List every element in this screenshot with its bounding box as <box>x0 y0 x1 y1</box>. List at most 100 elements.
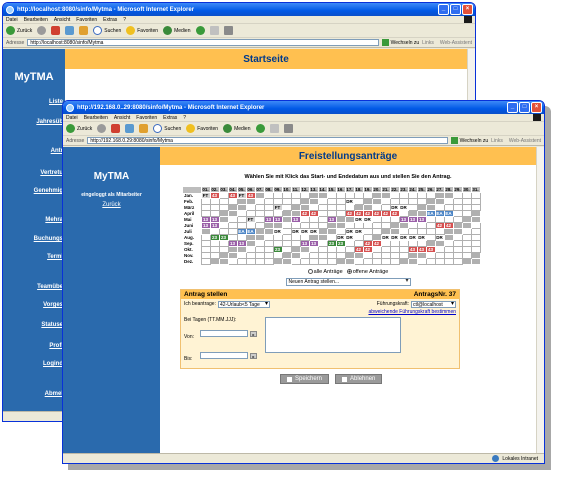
web-assistant-button[interactable]: Web-Assistent <box>509 138 541 144</box>
back-title-bar[interactable]: http://localhost:8080/sinfo/Mytma - Micr… <box>3 3 475 16</box>
nav-item-logindaten[interactable]: Logind <box>43 361 63 367</box>
calendar-day-cell[interactable] <box>290 258 301 265</box>
refresh-button[interactable] <box>65 26 75 35</box>
request-type-select[interactable]: 42-Urlaub<5 Tage <box>217 300 270 308</box>
calendar-day-cell[interactable] <box>281 258 292 265</box>
manager-select[interactable]: ctl@localhost <box>411 300 456 308</box>
nav-item-profil[interactable]: Profi <box>49 343 63 349</box>
calendar-day-cell[interactable]: DR <box>335 234 346 241</box>
front-scrollbar[interactable] <box>536 147 544 453</box>
calendar-day-cell[interactable]: DR <box>299 228 310 235</box>
calendar-day-cell[interactable]: DR <box>380 234 391 241</box>
calendar-day-cell[interactable] <box>443 258 454 265</box>
calendar-day-cell[interactable] <box>200 258 211 265</box>
menu-extras[interactable]: Extras <box>103 17 117 23</box>
calendar-day-cell[interactable]: DR <box>389 234 400 241</box>
home-button[interactable] <box>79 26 89 35</box>
calendar-day-cell[interactable] <box>371 258 382 265</box>
favorites-button[interactable]: Favoriten <box>126 26 158 35</box>
calendar-day-cell[interactable] <box>461 258 472 265</box>
calendar-day-cell[interactable]: DR <box>344 198 355 205</box>
home-button[interactable] <box>139 124 149 133</box>
nav-item-mehrarbeit[interactable]: Mehra <box>45 217 63 223</box>
nav-item-liste[interactable]: Liste <box>49 99 63 105</box>
mail-button[interactable] <box>209 26 219 35</box>
calendar-day-cell[interactable] <box>326 258 337 265</box>
menu-help[interactable]: ? <box>183 115 186 121</box>
refresh-button[interactable] <box>125 124 135 133</box>
menu-bearbeiten[interactable]: Bearbeiten <box>84 115 108 121</box>
stop-button[interactable] <box>111 124 121 133</box>
calendar-day-cell[interactable]: EA <box>245 228 256 235</box>
nav-item-vertretung[interactable]: Vertretu <box>40 170 63 176</box>
media-button[interactable]: Medien <box>223 124 251 133</box>
calendar-day-cell[interactable] <box>299 258 310 265</box>
stop-button[interactable] <box>51 26 61 35</box>
calendar-day-cell[interactable] <box>227 258 238 265</box>
calendar-day-cell[interactable] <box>434 258 445 265</box>
calendar-day-cell[interactable] <box>353 258 364 265</box>
calendar-day-cell[interactable] <box>470 258 481 265</box>
calendar-day-cell[interactable]: DR <box>290 228 301 235</box>
calendar-day-cell[interactable]: DR <box>344 228 355 235</box>
nav-item-buchungen[interactable]: Buchungs <box>34 236 63 242</box>
menu-help[interactable]: ? <box>123 17 126 23</box>
calendar-picker-icon[interactable]: ▸ <box>250 352 257 359</box>
reject-button[interactable]: Ablehnen <box>335 374 383 384</box>
calendar-day-cell[interactable]: DR <box>353 228 364 235</box>
back-button[interactable]: Zurück <box>6 26 32 35</box>
maximize-icon[interactable]: □ <box>450 4 461 15</box>
menu-favoriten[interactable]: Favoriten <box>136 115 157 121</box>
print-button[interactable] <box>283 124 293 133</box>
from-date-input[interactable] <box>200 330 248 338</box>
calendar-day-cell[interactable] <box>272 258 283 265</box>
back-button[interactable]: Zurück <box>66 124 92 133</box>
calendar-day-cell[interactable]: EA <box>236 228 247 235</box>
save-button[interactable]: Speichern <box>280 374 330 384</box>
menu-extras[interactable]: Extras <box>163 115 177 121</box>
media-button[interactable]: Medien <box>163 26 191 35</box>
calendar-day-cell[interactable] <box>389 258 400 265</box>
calendar-day-cell[interactable]: DR <box>362 216 373 223</box>
close-icon[interactable]: × <box>462 4 473 15</box>
menu-bearbeiten[interactable]: Bearbeiten <box>24 17 48 23</box>
request-select[interactable]: Neuen Antrag stellen... <box>285 278 411 286</box>
address-input[interactable]: http://localhost:8080/sinfo/Mytma <box>27 39 379 46</box>
calendar-day-cell[interactable] <box>236 258 247 265</box>
filter-open[interactable]: offene Anträge <box>346 269 388 275</box>
web-assistant-button[interactable]: Web-Assistent <box>440 40 472 46</box>
back-link[interactable]: Zurück <box>63 202 160 208</box>
calendar-day-cell[interactable] <box>245 258 256 265</box>
calendar-day-cell[interactable] <box>425 258 436 265</box>
nav-item-statuse[interactable]: Statuse <box>41 322 63 328</box>
address-input[interactable]: http://192.168.0.29:8080/sinfo/Mytma <box>87 137 448 144</box>
calendar-day-cell[interactable] <box>362 258 373 265</box>
mail-button[interactable] <box>269 124 279 133</box>
search-button[interactable]: Suchen <box>153 124 181 133</box>
history-button[interactable] <box>255 124 265 133</box>
calendar-day-cell[interactable] <box>209 258 220 265</box>
radio-all[interactable] <box>307 269 313 275</box>
calendar-day-cell[interactable]: EA <box>434 210 445 217</box>
nav-item-jahresuebersicht[interactable]: Jahresüb <box>36 119 63 125</box>
menu-ansicht[interactable]: Ansicht <box>114 115 130 121</box>
calendar-day-cell[interactable]: DR <box>272 228 283 235</box>
calendar-day-cell[interactable] <box>317 258 328 265</box>
comment-textarea[interactable] <box>265 317 401 353</box>
calendar-day-cell[interactable]: DR <box>353 216 364 223</box>
calendar-day-cell[interactable] <box>263 258 274 265</box>
menu-ansicht[interactable]: Ansicht <box>54 17 70 23</box>
front-title-bar[interactable]: http://192.168.0..29:8080/sinfo/Mytma - … <box>63 101 544 114</box>
calendar-day-cell[interactable] <box>308 258 319 265</box>
nav-item-genehmigung[interactable]: Genehmig <box>34 188 63 194</box>
calendar-day-cell[interactable]: DR <box>308 228 319 235</box>
print-button[interactable] <box>223 26 233 35</box>
nav-item-termine[interactable]: Termi <box>47 254 63 260</box>
calendar-day-cell[interactable] <box>398 258 409 265</box>
nav-item-vorgesetzte[interactable]: Vorges <box>43 302 63 308</box>
calendar-day-cell[interactable] <box>416 258 427 265</box>
calendar-day-cell[interactable] <box>254 258 265 265</box>
calendar-day-cell[interactable] <box>407 258 418 265</box>
go-button[interactable]: Wechseln zu <box>381 39 419 46</box>
calendar-day-cell[interactable]: EA <box>425 210 436 217</box>
